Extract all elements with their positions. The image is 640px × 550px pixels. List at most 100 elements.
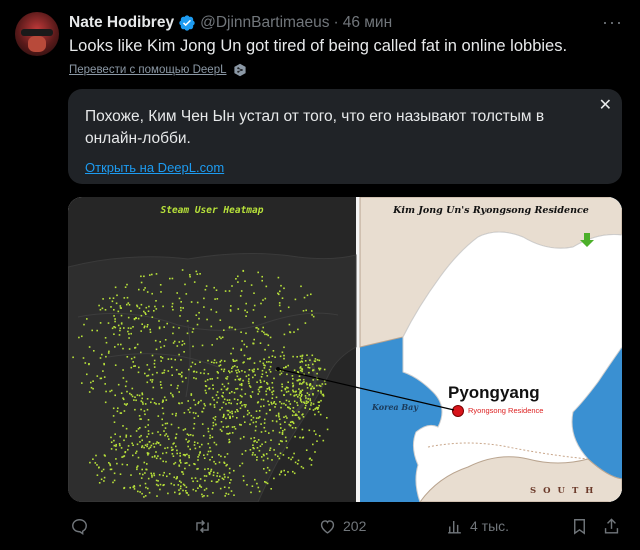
heatmap-dot (249, 449, 252, 451)
heatmap-dot (228, 441, 230, 444)
heatmap-dot (204, 380, 207, 383)
heatmap-dot (288, 400, 290, 403)
heatmap-dot (310, 293, 312, 296)
heatmap-dot (161, 424, 164, 426)
views-button[interactable]: 4 тыс. (445, 514, 509, 538)
heatmap-dot (254, 454, 256, 456)
heatmap-dot (122, 347, 124, 350)
heatmap-dot (169, 277, 171, 280)
close-icon[interactable]: ✕ (599, 95, 612, 115)
heatmap-dot (296, 356, 298, 358)
more-options-icon[interactable]: ··· (602, 12, 623, 33)
heatmap-dot (215, 289, 218, 291)
heatmap-dot (298, 383, 301, 385)
heatmap-dot (114, 346, 116, 348)
heatmap-dot (262, 459, 265, 462)
heatmap-dot (170, 482, 173, 485)
heatmap-dot (159, 381, 162, 383)
heatmap-dot (164, 434, 166, 437)
heatmap-dot (96, 329, 98, 332)
heatmap-dot (216, 377, 219, 379)
heatmap-dot (196, 273, 199, 275)
heatmap-dot (171, 453, 174, 455)
heatmap-dot (184, 467, 186, 470)
like-button[interactable]: 202 (318, 514, 366, 538)
author-name[interactable]: Nate Hodibrey (69, 14, 174, 32)
heatmap-dot (141, 392, 143, 394)
heatmap-dot (316, 384, 318, 387)
heatmap-dot (141, 492, 143, 495)
avatar[interactable] (15, 12, 59, 56)
like-icon (320, 519, 335, 534)
heatmap-dot (160, 360, 162, 362)
heatmap-dot (226, 463, 228, 466)
heatmap-dot (143, 326, 146, 329)
author-handle[interactable]: @DjinnBartimaeus (200, 14, 329, 32)
heatmap-dot (217, 397, 220, 399)
heatmap-dot (259, 379, 262, 382)
heatmap-dot (187, 445, 189, 448)
heatmap-dot (136, 443, 139, 446)
heatmap-dot (179, 459, 181, 461)
heatmap-dot (309, 359, 311, 361)
heatmap-dot (188, 454, 190, 457)
heatmap-dot (221, 336, 224, 339)
heatmap-dot (214, 418, 216, 421)
heatmap-dot (260, 405, 262, 408)
heatmap-dot (98, 482, 101, 484)
heatmap-dot (113, 333, 115, 335)
share-button[interactable] (602, 514, 621, 538)
heatmap-dot (246, 484, 248, 486)
heatmap-dot (252, 342, 254, 345)
tweet-time[interactable]: 46 мин (343, 14, 392, 32)
heatmap-dot (125, 436, 127, 438)
heatmap-dot (208, 471, 210, 474)
heatmap-dot (287, 381, 289, 383)
heatmap-dot (256, 330, 259, 333)
heatmap-dot (266, 382, 268, 384)
heatmap-dot (130, 332, 132, 335)
heatmap-dot (162, 305, 164, 308)
heatmap-dot (236, 403, 238, 405)
heatmap-dot (221, 383, 224, 386)
heatmap-dot (167, 435, 169, 438)
heatmap-dot (299, 392, 301, 394)
heatmap-dot (192, 427, 195, 430)
heatmap-dot (185, 293, 188, 295)
heatmap-dot (114, 364, 117, 366)
heatmap-dot (109, 390, 111, 393)
heatmap-dot (270, 439, 272, 441)
tweet-text: Looks like Kim Jong Un got tired of bein… (69, 37, 568, 55)
heatmap-dot (166, 446, 169, 449)
heatmap-dot (266, 375, 269, 377)
heatmap-dot (283, 402, 285, 405)
retweet-button[interactable] (193, 514, 218, 538)
heatmap-dot (155, 300, 157, 302)
bookmark-button[interactable] (570, 514, 589, 538)
heatmap-dot (113, 309, 115, 311)
heatmap-dot (260, 423, 262, 425)
heatmap-dot (275, 414, 278, 417)
heatmap-dot (131, 387, 134, 390)
heatmap-dot (291, 420, 293, 423)
heatmap-dot (203, 457, 206, 459)
heatmap-dot (122, 397, 124, 399)
heatmap-dot (144, 403, 147, 405)
heatmap-dot (265, 285, 268, 288)
heatmap-dot (212, 388, 214, 390)
heatmap-dot (257, 393, 259, 395)
heatmap-dot (248, 382, 250, 385)
heatmap-dot (246, 311, 248, 313)
heatmap-dot (161, 401, 164, 403)
heatmap-dot (301, 428, 304, 431)
tweet-media-image[interactable]: Steam User Heatmap Kim Jong Un's Ryongso… (68, 197, 622, 502)
open-deepl-link[interactable]: Открыть на DeepL.com (85, 160, 224, 175)
translate-link[interactable]: Перевести с помощью DeepL (69, 63, 247, 77)
heatmap-dot (208, 387, 211, 390)
heatmap-dot (314, 360, 317, 363)
heatmap-dot (115, 458, 117, 460)
reply-button[interactable] (70, 514, 95, 538)
heatmap-dot (173, 476, 175, 479)
heatmap-dot (181, 340, 184, 342)
heatmap-dot (213, 286, 215, 289)
